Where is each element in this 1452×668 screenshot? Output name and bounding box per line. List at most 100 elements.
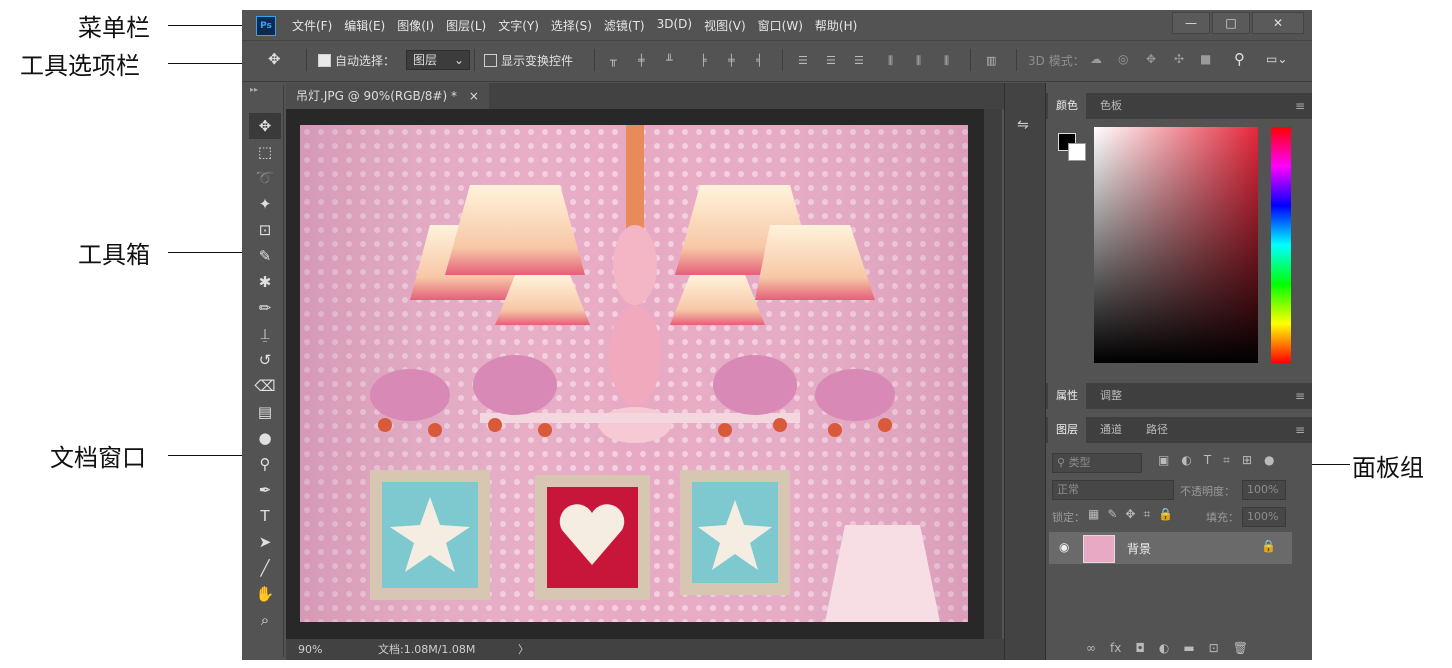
line-tool-icon[interactable]: ╱	[249, 555, 281, 581]
distribute-right-icon[interactable]: ⫼	[944, 54, 956, 67]
menu-item[interactable]: 文字(Y)	[498, 17, 539, 34]
menu-item[interactable]: 帮助(H)	[815, 17, 857, 34]
lock-artboard-icon[interactable]: ⌗	[1143, 507, 1150, 522]
document-tab[interactable]: 吊灯.JPG @ 90%(RGB/8#) * ×	[286, 83, 489, 109]
distribute-vcenter-icon[interactable]: ☰	[826, 54, 838, 67]
distribute-hcenter-icon[interactable]: ⫼	[916, 54, 928, 67]
lock-position-icon[interactable]: ✥	[1125, 507, 1135, 522]
layer-select-dropdown[interactable]: 图层 ⌄	[406, 50, 470, 70]
brush-tool-icon[interactable]: ✏	[249, 295, 281, 321]
pen-tool-icon[interactable]: ✒	[249, 477, 281, 503]
fill-input[interactable]: 100%	[1242, 507, 1286, 527]
filter-type-icon[interactable]: T	[1204, 453, 1211, 468]
scale-3d-icon[interactable]: ■	[1200, 52, 1211, 66]
zoom-tool-icon[interactable]: ⌕	[249, 607, 281, 633]
menu-item[interactable]: 图层(L)	[446, 17, 486, 34]
tab-channels[interactable]: 通道	[1092, 417, 1130, 443]
auto-align-icon[interactable]: ▥	[986, 54, 998, 67]
menu-item[interactable]: 视图(V)	[704, 17, 746, 34]
lasso-tool-icon[interactable]: ➰	[249, 165, 281, 191]
align-left-icon[interactable]: ╞	[700, 54, 712, 67]
fx-icon[interactable]: fx	[1110, 641, 1121, 655]
tab-paths[interactable]: 路径	[1138, 417, 1176, 443]
align-bottom-icon[interactable]: ╨	[666, 54, 678, 67]
workspace-icon[interactable]: ▭⌄	[1266, 52, 1287, 66]
link-layers-icon[interactable]: ∞	[1086, 641, 1096, 655]
close-tab-icon[interactable]: ×	[469, 89, 479, 103]
minimize-button[interactable]: —	[1172, 12, 1210, 34]
history-panel-icon[interactable]: ⇋	[1017, 117, 1029, 133]
lock-all-icon[interactable]: 🔒	[1158, 507, 1173, 522]
slide-3d-icon[interactable]: ✣	[1174, 52, 1184, 66]
spot-heal-tool-icon[interactable]: ✱	[249, 269, 281, 295]
eyedropper-tool-icon[interactable]: ✎	[249, 243, 281, 269]
menu-item[interactable]: 3D(D)	[657, 17, 692, 34]
document-canvas[interactable]	[286, 109, 1000, 639]
search-icon[interactable]: ⚲	[1234, 50, 1245, 68]
panel-menu-icon[interactable]: ≡	[1295, 99, 1305, 113]
tab-color[interactable]: 颜色	[1048, 93, 1086, 119]
document-scrollbar[interactable]	[984, 109, 1002, 639]
maximize-button[interactable]: □	[1212, 12, 1250, 34]
crop-tool-icon[interactable]: ⊡	[249, 217, 281, 243]
blur-tool-icon[interactable]: ●	[249, 425, 281, 451]
menu-item[interactable]: 图像(I)	[397, 17, 434, 34]
status-menu-arrow[interactable]: 〉	[518, 639, 529, 660]
distribute-left-icon[interactable]: ⫼	[888, 54, 900, 67]
filter-shape-icon[interactable]: ⌗	[1223, 453, 1230, 468]
align-hcenter-icon[interactable]: ╪	[728, 54, 740, 67]
history-brush-tool-icon[interactable]: ↺	[249, 347, 281, 373]
blend-mode-select[interactable]: 正常	[1052, 480, 1174, 500]
distribute-top-icon[interactable]: ☰	[798, 54, 810, 67]
opacity-input[interactable]: 100%	[1242, 480, 1286, 500]
lock-transparent-icon[interactable]: ▦	[1088, 507, 1099, 522]
filter-adjust-icon[interactable]: ◐	[1181, 453, 1191, 468]
dodge-tool-icon[interactable]: ⚲	[249, 451, 281, 477]
distribute-bottom-icon[interactable]: ☰	[854, 54, 866, 67]
show-transform-checkbox[interactable]: 显示变换控件	[484, 52, 573, 69]
layer-row-background[interactable]: ◉ 背景 🔒	[1049, 532, 1292, 564]
menu-item[interactable]: 文件(F)	[292, 17, 332, 34]
lock-pixels-icon[interactable]: ✎	[1107, 507, 1117, 522]
menu-item[interactable]: 选择(S)	[551, 17, 592, 34]
pan-3d-icon[interactable]: ✥	[1146, 52, 1156, 66]
roll-3d-icon[interactable]: ◎	[1118, 52, 1128, 66]
add-mask-icon[interactable]: ◘	[1135, 641, 1145, 655]
align-right-icon[interactable]: ╡	[756, 54, 768, 67]
toolbox-collapse-icon[interactable]: ▸▸	[247, 85, 283, 97]
new-group-icon[interactable]: ▬	[1183, 641, 1194, 655]
menu-item[interactable]: 窗口(W)	[758, 17, 803, 34]
marquee-tool-icon[interactable]: ⬚	[249, 139, 281, 165]
magic-wand-tool-icon[interactable]: ✦	[249, 191, 281, 217]
auto-select-checkbox[interactable]: 自动选择：	[318, 52, 395, 69]
tab-swatches[interactable]: 色板	[1092, 93, 1130, 119]
align-top-icon[interactable]: ╥	[610, 54, 622, 67]
orbit-3d-icon[interactable]: ☁	[1090, 52, 1102, 66]
background-swatch[interactable]	[1068, 143, 1086, 161]
gradient-tool-icon[interactable]: ▤	[249, 399, 281, 425]
path-select-tool-icon[interactable]: ➤	[249, 529, 281, 555]
filter-pixel-icon[interactable]: ▣	[1158, 453, 1169, 468]
move-tool-icon[interactable]: ✥	[249, 113, 281, 139]
menu-item[interactable]: 编辑(E)	[344, 17, 385, 34]
panel-menu-icon[interactable]: ≡	[1295, 423, 1305, 437]
filter-smart-icon[interactable]: ⊞	[1242, 453, 1252, 468]
hue-slider[interactable]	[1271, 127, 1291, 363]
zoom-level[interactable]: 90%	[298, 639, 322, 660]
move-options-icon[interactable]: ✥	[268, 50, 281, 68]
stamp-tool-icon[interactable]: ⍊	[249, 321, 281, 347]
panel-menu-icon[interactable]: ≡	[1295, 389, 1305, 403]
close-button[interactable]: ✕	[1252, 12, 1304, 34]
type-tool-icon[interactable]: T	[249, 503, 281, 529]
trash-icon[interactable]: 🗑	[1233, 641, 1248, 655]
filter-toggle-icon[interactable]: ●	[1264, 453, 1274, 468]
menu-item[interactable]: 滤镜(T)	[604, 17, 645, 34]
eraser-tool-icon[interactable]: ⌫	[249, 373, 281, 399]
color-field[interactable]	[1094, 127, 1258, 363]
tab-properties[interactable]: 属性	[1048, 383, 1086, 409]
layer-kind-filter[interactable]: ⚲ 类型	[1052, 453, 1142, 473]
hand-tool-icon[interactable]: ✋	[249, 581, 281, 607]
adjustment-layer-icon[interactable]: ◐	[1159, 641, 1169, 655]
eye-icon[interactable]: ◉	[1059, 540, 1069, 554]
align-vcenter-icon[interactable]: ╪	[638, 54, 650, 67]
